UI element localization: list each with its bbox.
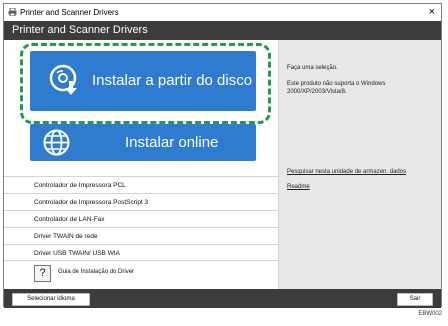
- globe-icon: [43, 129, 70, 156]
- title-bar: Printer and Scanner Drivers ×: [4, 4, 441, 21]
- driver-installation-guide[interactable]: ? Guia de Instalação do Driver: [4, 262, 278, 289]
- driver-item-lan-fax[interactable]: Controlador de LAN-Fax: [4, 210, 278, 227]
- install-online-button[interactable]: Instalar online: [30, 124, 256, 161]
- support-note-line1: Este produto não suporta o Windows: [287, 81, 386, 87]
- install-from-disk-label: Instalar a partir do disco: [92, 72, 253, 89]
- driver-list: Controlador de Impressora PCL Controlado…: [4, 176, 278, 261]
- header-bar: Printer and Scanner Drivers: [4, 21, 441, 40]
- readme-link[interactable]: Readme: [287, 183, 310, 191]
- question-icon: ?: [34, 265, 51, 282]
- window-title: Printer and Scanner Drivers: [20, 8, 119, 17]
- install-from-disk-button[interactable]: Instalar a partir do disco: [30, 51, 256, 111]
- exit-button[interactable]: Sair: [397, 293, 433, 306]
- left-pane: Instalar a partir do disco Instalar onli…: [4, 40, 278, 289]
- driver-item-network-twain[interactable]: Driver TWAIN de rede: [4, 227, 278, 244]
- right-pane: Faça uma seleção. Este produto não supor…: [278, 40, 441, 289]
- driver-item-usb-twain-wia[interactable]: Driver USB TWAIN/ USB WIA: [4, 244, 278, 261]
- driver-item-postscript3[interactable]: Controlador de Impressora PostScript 3: [4, 193, 278, 210]
- figure-code: EBW002: [418, 311, 442, 317]
- driver-item-pcl[interactable]: Controlador de Impressora PCL: [4, 176, 278, 193]
- install-online-label: Instalar online: [125, 134, 219, 151]
- printer-icon: [8, 8, 17, 16]
- select-language-button[interactable]: Selecionar idioma: [12, 293, 90, 306]
- search-storage-link[interactable]: Pesquisar nesta unidade de armazen. dado…: [287, 168, 406, 176]
- support-note-line2: 2000/XP/2003/Vista/8.: [287, 89, 347, 95]
- footer-bar: Selecionar idioma Sair: [4, 289, 441, 308]
- disc-download-icon: [49, 64, 77, 95]
- selection-prompt: Faça uma seleção.: [287, 65, 338, 71]
- installer-window: Printer and Scanner Drivers × Printer an…: [3, 3, 442, 308]
- close-icon[interactable]: ×: [429, 5, 435, 19]
- guide-label: Guia de Instalação do Driver: [58, 269, 135, 275]
